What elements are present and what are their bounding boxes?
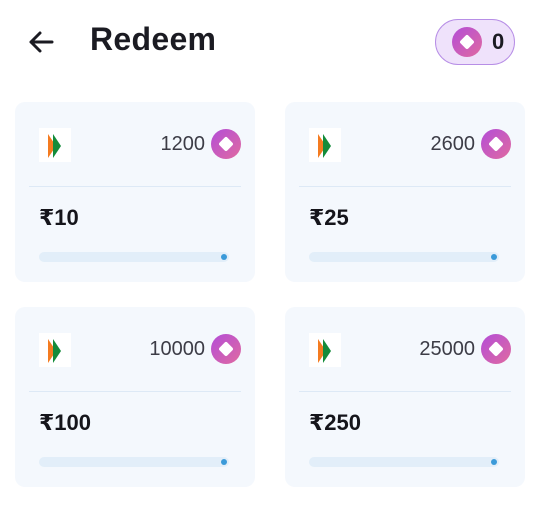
coin-icon xyxy=(211,129,241,159)
reward-progress-bar xyxy=(39,457,229,467)
arrow-left-icon xyxy=(29,31,54,53)
reward-card[interactable]: 25000 ₹250 xyxy=(285,307,525,487)
card-divider xyxy=(299,186,511,187)
reward-amount: ₹250 xyxy=(309,410,362,435)
reward-points-value: 2600 xyxy=(430,132,476,155)
coin-icon xyxy=(452,27,482,57)
card-divider xyxy=(29,186,241,187)
reward-points: 2600 xyxy=(430,129,511,159)
bhim-upi-logo-icon xyxy=(39,128,71,162)
card-divider xyxy=(29,391,241,392)
bhim-upi-logo-icon xyxy=(309,128,341,162)
back-button[interactable] xyxy=(26,27,56,57)
reward-card[interactable]: 10000 ₹100 xyxy=(15,307,255,487)
reward-amount: ₹10 xyxy=(39,205,79,230)
progress-indicator xyxy=(491,254,497,260)
coin-icon xyxy=(481,129,511,159)
reward-card[interactable]: 2600 ₹25 xyxy=(285,102,525,282)
redeem-page: Redeem 0 1200 ₹10 2600 ₹25 10000 ₹100 25… xyxy=(0,0,540,518)
reward-points: 1200 xyxy=(160,129,241,159)
points-balance-badge[interactable]: 0 xyxy=(435,19,515,65)
reward-points-value: 10000 xyxy=(149,337,205,360)
reward-progress-bar xyxy=(39,252,229,262)
bhim-upi-logo-icon xyxy=(39,333,71,367)
progress-indicator xyxy=(221,254,227,260)
reward-progress-bar xyxy=(309,457,499,467)
progress-indicator xyxy=(221,459,227,465)
header-bar: Redeem 0 xyxy=(0,0,540,84)
reward-points: 25000 xyxy=(419,334,511,364)
progress-indicator xyxy=(491,459,497,465)
reward-points: 10000 xyxy=(149,334,241,364)
coin-icon xyxy=(211,334,241,364)
points-balance-value: 0 xyxy=(492,29,505,54)
reward-progress-bar xyxy=(309,252,499,262)
card-divider xyxy=(299,391,511,392)
reward-card[interactable]: 1200 ₹10 xyxy=(15,102,255,282)
coin-icon xyxy=(481,334,511,364)
page-title: Redeem xyxy=(90,21,217,57)
reward-points-value: 25000 xyxy=(419,337,475,360)
bhim-upi-logo-icon xyxy=(309,333,341,367)
reward-amount: ₹25 xyxy=(309,205,349,230)
reward-amount: ₹100 xyxy=(39,410,92,435)
reward-points-value: 1200 xyxy=(160,132,206,155)
